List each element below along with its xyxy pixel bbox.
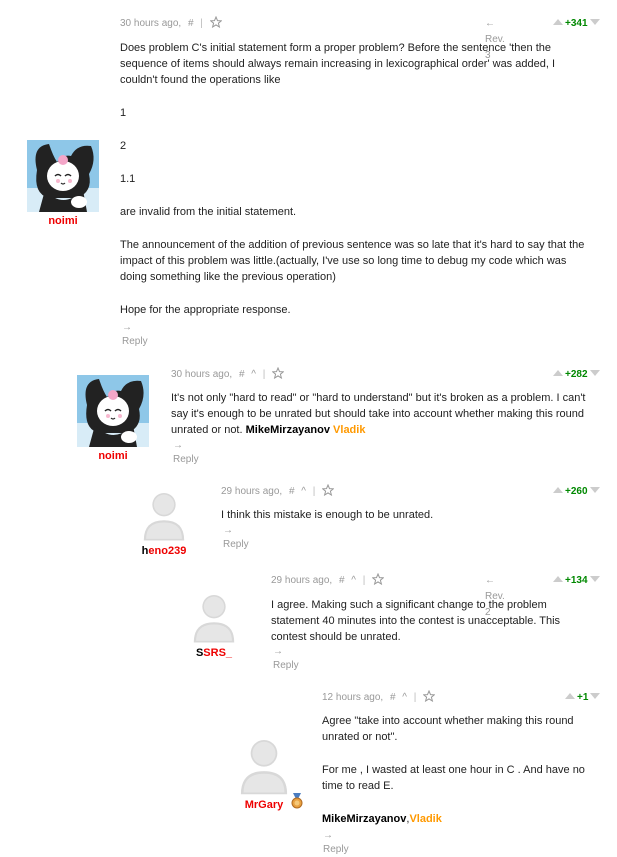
author-block: noimi bbox=[18, 140, 108, 227]
star-icon[interactable] bbox=[423, 690, 435, 702]
comment-paragraph: Hope for the appropriate response. bbox=[120, 304, 291, 316]
upvote-icon[interactable] bbox=[553, 370, 563, 376]
divider: | bbox=[312, 486, 316, 497]
downvote-icon[interactable] bbox=[589, 576, 600, 582]
upvote-icon[interactable] bbox=[565, 693, 575, 699]
author-block: heno239 bbox=[119, 486, 209, 557]
vote-widget: +341 bbox=[553, 16, 600, 32]
comment-meta: 30 hours ago, # | bbox=[120, 16, 222, 32]
comment-meta: 29 hours ago, # ^ | bbox=[271, 573, 384, 589]
comment-time: 29 hours ago, bbox=[221, 486, 283, 497]
vote-count: +341 bbox=[565, 18, 588, 29]
handle-text: eno239 bbox=[148, 545, 187, 557]
comment-time: 30 hours ago, bbox=[120, 18, 182, 29]
author-block: SSRS_ bbox=[169, 588, 259, 659]
author-block: noimi bbox=[68, 375, 158, 462]
permalink-link[interactable]: # bbox=[188, 18, 194, 29]
reply-link[interactable]: → Reply bbox=[323, 829, 349, 857]
parent-link[interactable]: ^ bbox=[251, 369, 256, 380]
divider: | bbox=[200, 18, 203, 29]
comment-body: Agree "take into account whether making … bbox=[322, 713, 607, 827]
medal-icon bbox=[291, 793, 303, 809]
handle-text: SRS_ bbox=[203, 647, 233, 659]
avatar[interactable] bbox=[232, 732, 296, 796]
comment-meta: 30 hours ago, # ^ | bbox=[171, 367, 284, 383]
comment-body: I think this mistake is enough to be unr… bbox=[221, 507, 591, 523]
comment-body: It's not only "hard to read" or "hard to… bbox=[171, 390, 591, 438]
reply-link[interactable]: → Reply bbox=[122, 321, 148, 349]
comment-text: I think this mistake is enough to be unr… bbox=[221, 509, 434, 521]
comment-text: I agree. Making such a significant chang… bbox=[271, 599, 561, 643]
downvote-icon[interactable] bbox=[589, 19, 600, 25]
user-mention[interactable]: MikeMirzayanov bbox=[322, 813, 406, 825]
avatar[interactable] bbox=[136, 486, 192, 542]
comment-body: Does problem C's initial statement form … bbox=[120, 40, 590, 318]
star-icon[interactable] bbox=[372, 573, 384, 585]
handle-text: MrGary bbox=[244, 799, 284, 811]
user-mention[interactable]: MikeMirzayanov bbox=[246, 424, 330, 436]
parent-link[interactable]: ^ bbox=[301, 486, 306, 497]
parent-link[interactable]: ^ bbox=[402, 692, 407, 703]
comment-paragraph: are invalid from the initial statement. bbox=[120, 206, 297, 218]
divider: | bbox=[413, 692, 417, 703]
comment-meta: 29 hours ago, # ^ | bbox=[221, 484, 334, 500]
comment-paragraph: Agree "take into account whether making … bbox=[322, 715, 574, 743]
vote-count: +260 bbox=[565, 486, 588, 497]
star-icon[interactable] bbox=[272, 367, 284, 379]
vote-widget: +282 bbox=[553, 367, 600, 383]
permalink-link[interactable]: # bbox=[390, 692, 396, 703]
comment-text: It's not only "hard to read" or "hard to… bbox=[171, 392, 586, 436]
comment-body: I agree. Making such a significant chang… bbox=[271, 597, 591, 645]
reply-link[interactable]: → Reply bbox=[173, 439, 199, 467]
user-mention[interactable]: Vladik bbox=[409, 813, 441, 825]
comment-paragraph: 2 bbox=[120, 140, 127, 152]
upvote-icon[interactable] bbox=[553, 487, 563, 493]
vote-count: +1 bbox=[577, 692, 589, 703]
upvote-icon[interactable] bbox=[553, 576, 563, 582]
author-handle[interactable]: SSRS_ bbox=[169, 647, 259, 659]
comment-paragraph: The announcement of the addition of prev… bbox=[120, 239, 585, 283]
permalink-link[interactable]: # bbox=[239, 369, 245, 380]
author-handle[interactable]: noimi bbox=[18, 215, 108, 227]
comment-paragraph: Does problem C's initial statement form … bbox=[120, 42, 555, 86]
comment-time: 12 hours ago, bbox=[322, 692, 384, 703]
author-handle[interactable]: noimi bbox=[68, 450, 158, 462]
handle-text: noimi bbox=[48, 215, 78, 227]
divider: | bbox=[262, 369, 266, 380]
avatar[interactable] bbox=[186, 588, 242, 644]
mention-line: MikeMirzayanov,Vladik bbox=[322, 811, 607, 827]
comment-meta: 12 hours ago, # ^ | bbox=[322, 690, 435, 706]
vote-widget: +134 bbox=[553, 573, 600, 589]
vote-count: +134 bbox=[565, 575, 588, 586]
vote-count: +282 bbox=[565, 369, 588, 380]
star-icon[interactable] bbox=[322, 484, 334, 496]
user-mention[interactable]: Vladik bbox=[333, 424, 365, 436]
handle-text: noimi bbox=[98, 450, 128, 462]
downvote-icon[interactable] bbox=[589, 370, 600, 376]
avatar[interactable] bbox=[27, 140, 99, 212]
upvote-icon[interactable] bbox=[553, 19, 563, 25]
permalink-link[interactable]: # bbox=[289, 486, 295, 497]
downvote-icon[interactable] bbox=[589, 487, 600, 493]
author-handle[interactable]: heno239 bbox=[119, 545, 209, 557]
avatar[interactable] bbox=[77, 375, 149, 447]
reply-link[interactable]: → Reply bbox=[273, 645, 299, 673]
star-icon[interactable] bbox=[209, 16, 222, 28]
vote-widget: +1 bbox=[565, 690, 601, 706]
reply-link[interactable]: → Reply bbox=[223, 524, 249, 552]
comment-paragraph: For me , I wasted at least one hour in C… bbox=[322, 764, 585, 792]
comment-time: 29 hours ago, bbox=[271, 575, 333, 586]
permalink-link[interactable]: # bbox=[339, 575, 345, 586]
parent-link[interactable]: ^ bbox=[351, 575, 356, 586]
vote-widget: +260 bbox=[553, 484, 600, 500]
downvote-icon[interactable] bbox=[590, 693, 601, 699]
comment-paragraph: 1 bbox=[120, 107, 127, 119]
comment-paragraph: 1.1 bbox=[120, 173, 136, 185]
divider: | bbox=[362, 575, 366, 586]
comment-time: 30 hours ago, bbox=[171, 369, 233, 380]
